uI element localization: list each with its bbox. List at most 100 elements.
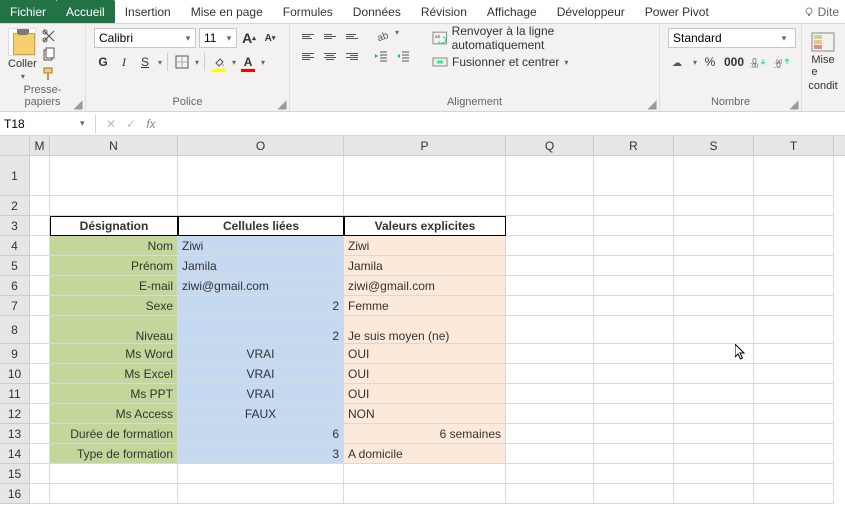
cell[interactable]: [30, 344, 50, 364]
cell[interactable]: ziwi@gmail.com: [178, 276, 344, 296]
fill-color-dropdown-icon[interactable]: ▾: [232, 58, 236, 67]
cell[interactable]: [178, 156, 344, 196]
cell[interactable]: Ziwi: [178, 236, 344, 256]
cell[interactable]: Je suis moyen (ne): [344, 316, 506, 344]
cell[interactable]: [594, 196, 674, 216]
cell[interactable]: [754, 236, 834, 256]
cell[interactable]: [594, 484, 674, 504]
cell[interactable]: [674, 424, 754, 444]
cell[interactable]: Type de formation: [50, 444, 178, 464]
cell[interactable]: VRAI: [178, 364, 344, 384]
cell[interactable]: Niveau: [50, 316, 178, 344]
cell[interactable]: VRAI: [178, 344, 344, 364]
cell[interactable]: [30, 196, 50, 216]
number-format-input[interactable]: [669, 31, 777, 45]
cell[interactable]: [506, 364, 594, 384]
cell[interactable]: [594, 424, 674, 444]
cell[interactable]: [754, 316, 834, 344]
cell[interactable]: FAUX: [178, 404, 344, 424]
bold-button[interactable]: G: [94, 52, 112, 72]
cell[interactable]: [506, 316, 594, 344]
cell[interactable]: Ziwi: [344, 236, 506, 256]
tab-review[interactable]: Révision: [411, 0, 477, 23]
cell[interactable]: [178, 484, 344, 504]
cell[interactable]: [674, 256, 754, 276]
col-header-Q[interactable]: Q: [506, 136, 594, 155]
cell[interactable]: [754, 424, 834, 444]
increase-decimal-button[interactable]: .0.00: [747, 52, 769, 72]
cell[interactable]: [50, 156, 178, 196]
orientation-dropdown-icon[interactable]: ▾: [395, 28, 399, 44]
font-name-input[interactable]: [95, 31, 181, 45]
cell[interactable]: [506, 444, 594, 464]
font-size-combo[interactable]: ▾: [199, 28, 237, 48]
cell[interactable]: [178, 464, 344, 484]
tab-home[interactable]: Accueil: [56, 0, 115, 23]
col-header-S[interactable]: S: [674, 136, 754, 155]
cell[interactable]: [506, 384, 594, 404]
namebox-dropdown-icon[interactable]: ▾: [80, 118, 89, 129]
cell[interactable]: [674, 216, 754, 236]
cell[interactable]: [506, 464, 594, 484]
row-header-13[interactable]: 13: [0, 424, 29, 444]
row-header-16[interactable]: 16: [0, 484, 29, 504]
cell[interactable]: [30, 276, 50, 296]
worksheet-grid[interactable]: M N O P Q R S T 1 2 3 4 5 6 7 8 9 10 11 …: [0, 136, 845, 504]
number-launcher-icon[interactable]: ◢: [789, 99, 799, 109]
col-header-M[interactable]: M: [30, 136, 50, 155]
cell[interactable]: [30, 484, 50, 504]
col-header-O[interactable]: O: [178, 136, 344, 155]
cancel-formula-icon[interactable]: ✕: [104, 117, 118, 131]
cell[interactable]: [674, 464, 754, 484]
col-header-T[interactable]: T: [754, 136, 834, 155]
row-header-2[interactable]: 2: [0, 196, 29, 216]
cell[interactable]: [674, 484, 754, 504]
cell[interactable]: [594, 216, 674, 236]
chevron-down-icon[interactable]: ▾: [181, 33, 195, 44]
cell[interactable]: Jamila: [344, 256, 506, 276]
number-format-combo[interactable]: ▾: [668, 28, 796, 48]
cell[interactable]: [30, 316, 50, 344]
tell-me[interactable]: Dite: [804, 0, 845, 23]
align-top-button[interactable]: [298, 28, 318, 44]
cell[interactable]: [754, 276, 834, 296]
cell[interactable]: [30, 216, 50, 236]
row-header-12[interactable]: 12: [0, 404, 29, 424]
cell[interactable]: [594, 344, 674, 364]
row-header-4[interactable]: 4: [0, 236, 29, 256]
cell[interactable]: Jamila: [178, 256, 344, 276]
align-center-button[interactable]: [320, 48, 340, 64]
cell[interactable]: [674, 404, 754, 424]
cut-icon[interactable]: [41, 28, 57, 44]
font-name-combo[interactable]: ▾: [94, 28, 196, 48]
font-launcher-icon[interactable]: ◢: [277, 99, 287, 109]
cell[interactable]: 2: [178, 296, 344, 316]
cell[interactable]: [674, 236, 754, 256]
decrease-decimal-button[interactable]: .00.0: [771, 52, 793, 72]
tab-formulas[interactable]: Formules: [273, 0, 343, 23]
italic-button[interactable]: I: [115, 52, 133, 72]
cell[interactable]: [594, 256, 674, 276]
tab-powerpivot[interactable]: Power Pivot: [635, 0, 719, 23]
cell[interactable]: [344, 156, 506, 196]
row-header-5[interactable]: 5: [0, 256, 29, 276]
table-header[interactable]: Valeurs explicites: [344, 216, 506, 236]
cell[interactable]: [594, 384, 674, 404]
cell[interactable]: OUI: [344, 364, 506, 384]
cell[interactable]: [594, 404, 674, 424]
grow-font-button[interactable]: A▴: [240, 28, 258, 48]
cell[interactable]: [754, 404, 834, 424]
cell[interactable]: [30, 424, 50, 444]
cell[interactable]: [30, 156, 50, 196]
col-header-P[interactable]: P: [344, 136, 506, 155]
cell[interactable]: [30, 364, 50, 384]
borders-dropdown-icon[interactable]: ▾: [195, 58, 199, 67]
tab-insert[interactable]: Insertion: [115, 0, 181, 23]
cell[interactable]: [754, 464, 834, 484]
cell[interactable]: [754, 256, 834, 276]
cell[interactable]: [594, 236, 674, 256]
cell[interactable]: [674, 296, 754, 316]
cell[interactable]: 6: [178, 424, 344, 444]
copy-icon[interactable]: [41, 47, 57, 63]
row-header-10[interactable]: 10: [0, 364, 29, 384]
